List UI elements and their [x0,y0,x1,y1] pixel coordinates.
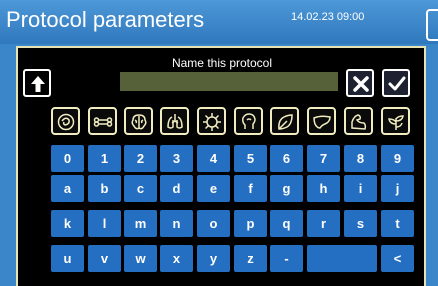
key-r[interactable]: r [307,210,340,237]
key-q[interactable]: q [270,210,303,237]
key-hyphen[interactable]: - [270,245,303,272]
arrow-up-icon [31,76,45,92]
category-plant-button[interactable] [381,107,410,135]
menu-icon[interactable] [426,9,438,41]
plant-icon [388,115,404,130]
key-a[interactable]: a [51,175,84,202]
checkmark-icon [388,76,406,91]
arm-muscle-icon [351,114,367,130]
key-o[interactable]: o [197,210,230,237]
key-x[interactable]: x [160,245,193,272]
protocol-name-input[interactable] [120,72,338,91]
key-7[interactable]: 7 [307,145,340,172]
lungs-icon [167,114,183,129]
key-f[interactable]: f [234,175,267,202]
key-5[interactable]: 5 [234,145,267,172]
key-m[interactable]: m [124,210,157,237]
key-b[interactable]: b [88,175,121,202]
virus-icon [203,113,221,131]
dialog-title: Name this protocol [171,56,273,70]
key-l[interactable]: l [88,210,121,237]
key-6[interactable]: 6 [270,145,303,172]
key-z[interactable]: z [234,245,267,272]
category-bone-button[interactable] [88,107,117,135]
date-time: 14.02.23 09:00 [291,11,365,23]
category-virus-button[interactable] [197,107,226,135]
category-head-button[interactable] [234,107,263,135]
key-1[interactable]: 1 [88,145,121,172]
key-t[interactable]: t [381,210,414,237]
page-title: Protocol parameters [6,7,205,32]
brain-icon [131,114,147,130]
category-stomach-button[interactable] [51,107,80,135]
key-v[interactable]: v [88,245,121,272]
close-icon [353,76,369,92]
key-k[interactable]: k [51,210,84,237]
shift-button[interactable] [23,69,51,97]
key-8[interactable]: 8 [344,145,377,172]
key-e[interactable]: e [197,175,230,202]
stomach-icon [57,113,75,131]
key-h[interactable]: h [307,175,340,202]
key-d[interactable]: d [160,175,193,202]
cancel-button[interactable] [346,69,374,97]
category-liver-button[interactable] [307,107,336,135]
key-0[interactable]: 0 [51,145,84,172]
key-9[interactable]: 9 [381,145,414,172]
key-3[interactable]: 3 [160,145,193,172]
leaf-icon [278,114,293,130]
category-brain-button[interactable] [124,107,153,135]
screen: Protocol parameters 14.02.23 09:00 Name … [0,0,438,286]
category-lungs-button[interactable] [160,107,189,135]
key-c[interactable]: c [124,175,157,202]
key-g[interactable]: g [270,175,303,202]
liver-icon [313,115,331,129]
key-n[interactable]: n [160,210,193,237]
key-w[interactable]: w [124,245,157,272]
backspace-key[interactable]: < [381,245,414,272]
key-u[interactable]: u [51,245,84,272]
category-leaf-button[interactable] [270,107,299,135]
key-y[interactable]: y [197,245,230,272]
space-key[interactable] [307,245,377,272]
title-bar: Protocol parameters 14.02.23 09:00 [0,0,438,44]
head-icon [242,113,256,129]
key-i[interactable]: i [344,175,377,202]
key-2[interactable]: 2 [124,145,157,172]
confirm-button[interactable] [382,69,410,97]
key-s[interactable]: s [344,210,377,237]
key-p[interactable]: p [234,210,267,237]
category-arm-button[interactable] [344,107,373,135]
bone-icon [93,117,113,127]
key-j[interactable]: j [381,175,414,202]
key-4[interactable]: 4 [197,145,230,172]
